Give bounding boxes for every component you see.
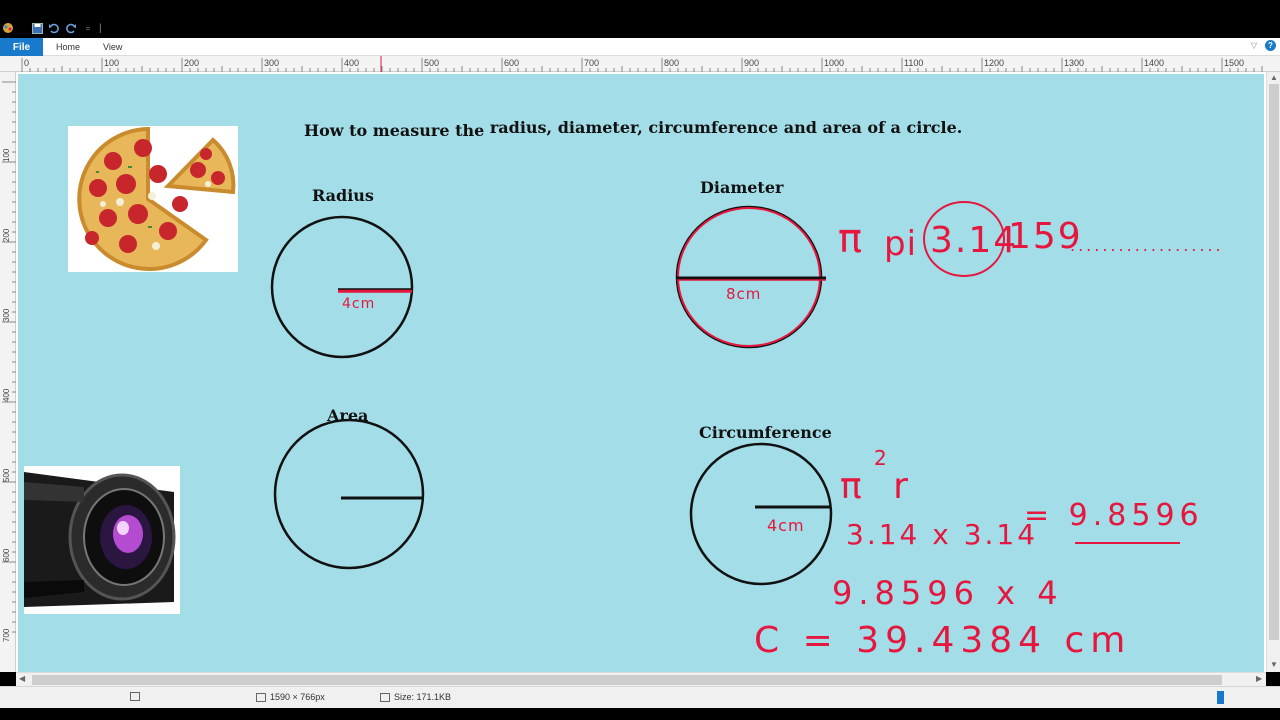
calc-result: C = 39.4384 cm — [754, 620, 1132, 661]
ruler-label: 900 — [744, 58, 759, 68]
file-size: Size: 171.1KB — [380, 692, 451, 702]
ruler-label: 300 — [2, 308, 11, 322]
vertical-ruler: 100 200 300 400 500 600 700 — [0, 72, 16, 672]
ruler-label: 500 — [2, 468, 11, 482]
pi-symbol: π — [838, 216, 863, 262]
ribbon-controls: ▽ ? — [1251, 40, 1276, 51]
scroll-down-icon[interactable]: ▼ — [1270, 660, 1278, 669]
vertical-scroll-thumb[interactable] — [1269, 84, 1279, 640]
tab-view[interactable]: View — [103, 38, 122, 56]
scroll-up-icon[interactable]: ▲ — [1270, 73, 1278, 82]
file-size-icon — [380, 692, 390, 702]
vertical-ruler-ticks: 100 200 300 400 500 600 700 — [2, 81, 16, 642]
ruler-label: 100 — [104, 58, 119, 68]
ribbon: File Home View ▽ ? — [0, 38, 1280, 56]
calc-step-2: 9.8596 x 4 — [832, 574, 1064, 612]
ruler-label: 700 — [584, 58, 599, 68]
ruler-label: 400 — [2, 388, 11, 402]
circumference-circle — [689, 442, 833, 586]
ruler-label: 400 — [344, 58, 359, 68]
ruler-label: 100 — [2, 148, 11, 162]
ruler-label: 800 — [664, 58, 679, 68]
ruler-label: 1000 — [824, 58, 844, 68]
status-bar: 1590 × 766px Size: 171.1KB — [0, 686, 1280, 708]
ruler-label: 200 — [2, 228, 11, 242]
horizontal-ruler: 0 100 200 300 400 500 600 700 800 900 1000 1100 1200… — [0, 56, 1280, 72]
ruler-label: 1400 — [1144, 58, 1164, 68]
collapse-ribbon-icon[interactable]: ▽ — [1251, 41, 1257, 50]
redo-icon[interactable] — [65, 22, 77, 34]
cursor-position — [130, 692, 140, 701]
radius-circle — [270, 215, 414, 359]
calc-step-1-result: = 9.8596 — [1024, 498, 1204, 533]
bottom-border — [0, 708, 1280, 720]
pi-continuation-dots: ................... — [1070, 236, 1224, 255]
ruler-label: 200 — [184, 58, 199, 68]
ruler-label: 700 — [2, 628, 11, 642]
zoom-slider-thumb[interactable] — [1217, 691, 1224, 704]
area-circle — [273, 418, 425, 570]
dimensions-icon — [256, 692, 266, 702]
drawing-strokes — [270, 201, 1180, 586]
ruler-label: 600 — [504, 58, 519, 68]
calc-step-1: 3.14 x 3.14 — [846, 518, 1039, 551]
pi-circled-value: 3.14 — [930, 220, 1019, 261]
drawing-canvas[interactable]: How to measure the radius, diameter, cir… — [18, 74, 1264, 672]
tab-home[interactable]: Home — [56, 38, 80, 56]
help-icon[interactable]: ? — [1265, 40, 1276, 51]
undo-icon[interactable] — [48, 22, 60, 34]
save-icon[interactable] — [31, 22, 43, 34]
pi-word: pi — [884, 224, 918, 264]
ruler-label: 1200 — [984, 58, 1004, 68]
horizontal-scrollbar[interactable]: ◀ ▶ — [16, 672, 1266, 686]
radius-measure: 4cm — [342, 296, 376, 312]
ruler-label: 600 — [2, 548, 11, 562]
image-size-text: 1590 × 766px — [270, 692, 325, 702]
ruler-label: 0 — [24, 58, 29, 68]
app-icon[interactable] — [2, 22, 14, 34]
file-size-text: Size: 171.1KB — [394, 692, 452, 702]
scroll-right-icon[interactable]: ▶ — [1256, 674, 1262, 683]
ruler-label: 1100 — [904, 58, 923, 68]
tab-file[interactable]: File — [0, 38, 43, 56]
formula-exponent: 2 — [874, 446, 887, 470]
horizontal-scroll-thumb[interactable] — [32, 675, 1222, 685]
scroll-left-icon[interactable]: ◀ — [19, 674, 25, 683]
image-dimensions: 1590 × 766px — [256, 692, 325, 702]
circumference-measure: 4cm — [767, 516, 805, 535]
vertical-scrollbar[interactable]: ▲ ▼ — [1266, 72, 1280, 672]
ruler-label: 1300 — [1064, 58, 1084, 68]
quick-access-toolbar: = | — [2, 20, 102, 36]
horizontal-ruler-ticks: 0 100 200 300 400 500 600 700 800 900 1000 1100 1200… — [21, 56, 1263, 72]
ruler-label: 300 — [264, 58, 279, 68]
customize-toolbar-icon[interactable]: = — [82, 22, 94, 34]
cursor-icon — [130, 692, 140, 701]
toolbar-separator: | — [99, 22, 102, 34]
ruler-label: 500 — [424, 58, 439, 68]
canvas-area: How to measure the radius, diameter, cir… — [16, 72, 1266, 672]
formula-pi-r: π r — [840, 466, 918, 507]
diameter-measure: 8cm — [726, 285, 762, 303]
title-bar: = | — [0, 0, 1280, 38]
ruler-label: 1500 — [1224, 58, 1244, 68]
